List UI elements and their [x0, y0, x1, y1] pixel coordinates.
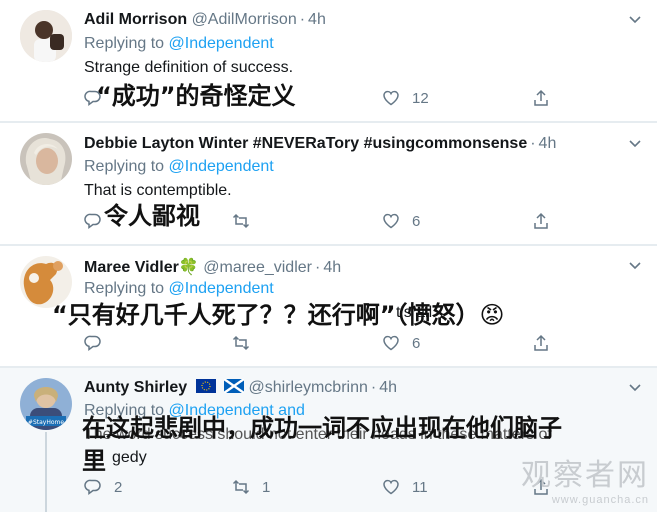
reply-button[interactable]: 2: [84, 478, 122, 496]
caret-down-icon[interactable]: [627, 380, 643, 396]
avatar[interactable]: #StayHome: [20, 378, 72, 430]
tweet-header: Adil Morrison @AdilMorrison · 4h: [84, 11, 627, 29]
retweet-button[interactable]: [232, 334, 262, 352]
retweet-icon: [232, 213, 250, 229]
tweet-card[interactable]: Maree Vidler🍀 @maree_vidler · 4h Replying …: [0, 246, 657, 367]
display-name[interactable]: Aunty Shirley: [84, 379, 187, 396]
reply-icon: [84, 90, 101, 106]
watermark: 观察者网 www.guancha.cn: [521, 450, 649, 506]
timestamp[interactable]: 4h: [308, 11, 326, 28]
reply-count: 2: [114, 478, 123, 496]
display-name[interactable]: Adil Morrison: [84, 11, 187, 28]
user-handle[interactable]: @maree_vidler: [203, 259, 312, 276]
like-button[interactable]: 11: [382, 478, 428, 496]
tweet-text-continued: gedy: [112, 449, 147, 466]
translation-caption-line2: 里: [82, 447, 106, 475]
share-icon: [534, 334, 548, 351]
caret-down-icon[interactable]: [627, 12, 643, 28]
share-button[interactable]: [532, 212, 550, 230]
like-count: 11: [412, 478, 428, 496]
replying-to: Replying to @Independent: [84, 35, 274, 53]
translation-caption: “只有好几千人死了？？还行啊”（愤怒）😡: [52, 301, 505, 329]
like-count: 12: [412, 89, 429, 107]
tweet-card[interactable]: Adil Morrison @AdilMorrison · 4h Replying …: [0, 0, 657, 122]
like-count: 6: [412, 212, 421, 230]
tweet-actions: 6: [84, 212, 554, 234]
thread-line: [45, 432, 47, 512]
retweet-count: 1: [262, 478, 271, 496]
tweet-actions: 6: [84, 334, 554, 356]
avatar-badge: #StayHome: [28, 419, 64, 426]
display-name[interactable]: Debbie Layton Winter #NEVERaTory #usingc…: [84, 135, 527, 152]
reply-icon: [84, 213, 101, 229]
translation-caption: 在这起悲剧中，成功一词不应出现在他们脑子: [82, 414, 562, 442]
eu-flag-icon: [195, 379, 216, 393]
tweet-actions: 2 1 11: [84, 478, 554, 500]
share-button[interactable]: [532, 334, 550, 352]
share-icon: [534, 89, 548, 106]
like-icon: [383, 479, 399, 495]
caret-down-icon[interactable]: [627, 136, 643, 152]
timestamp[interactable]: 4h: [323, 259, 341, 276]
caret-down-icon[interactable]: [627, 258, 643, 274]
retweet-button[interactable]: 1: [232, 478, 270, 496]
avatar[interactable]: [20, 133, 72, 185]
tweet-header: Aunty Shirley @shirleymcbrinn · 4h: [84, 378, 627, 397]
replying-prefix: Replying to: [84, 35, 165, 52]
separator-dot: ·: [530, 135, 536, 152]
separator-dot: ·: [370, 379, 377, 396]
reply-button[interactable]: [84, 89, 114, 107]
retweet-button[interactable]: [232, 212, 262, 230]
retweet-icon: [232, 335, 250, 351]
tweet-header: Maree Vidler🍀 @maree_vidler · 4h: [84, 257, 627, 277]
like-icon: [383, 213, 399, 229]
like-button[interactable]: 6: [382, 334, 420, 352]
like-count: 6: [412, 334, 421, 352]
watermark-logo: 观察者网: [521, 458, 649, 493]
like-icon: [383, 335, 399, 351]
timestamp[interactable]: 4h: [379, 379, 397, 396]
retweet-icon: [232, 479, 250, 495]
separator-dot: ·: [299, 11, 306, 28]
reply-icon: [84, 479, 101, 495]
replying-to: Replying to @Independent: [84, 158, 274, 176]
reply-icon: [84, 335, 101, 351]
like-button[interactable]: 6: [382, 212, 420, 230]
tweet-actions: 12: [84, 89, 554, 111]
separator-dot: ·: [314, 259, 321, 276]
user-handle[interactable]: @AdilMorrison: [192, 11, 297, 28]
replying-prefix: Replying to: [84, 158, 165, 175]
replying-to-link[interactable]: @Independent: [169, 35, 274, 52]
share-icon: [534, 212, 548, 229]
tweet-card[interactable]: Debbie Layton Winter #NEVERaTory #usingc…: [0, 123, 657, 245]
share-button[interactable]: [532, 89, 550, 107]
avatar[interactable]: [20, 10, 72, 62]
tweet-header: Debbie Layton Winter #NEVERaTory #usingc…: [84, 135, 627, 153]
scotland-flag-icon: [223, 378, 245, 394]
tweet-text: Strange definition of success.: [84, 59, 294, 76]
clover-icon: 🍀: [178, 259, 199, 276]
reply-button[interactable]: [84, 334, 114, 352]
display-name[interactable]: Maree Vidler: [84, 259, 179, 276]
replying-to-link[interactable]: @Independent: [169, 158, 274, 175]
timestamp[interactable]: 4h: [539, 135, 557, 152]
like-button[interactable]: 12: [382, 89, 429, 107]
like-icon: [383, 90, 399, 106]
reply-button[interactable]: [84, 212, 114, 230]
user-handle[interactable]: @shirleymcbrinn: [249, 379, 368, 396]
watermark-url: www.guancha.cn: [551, 494, 649, 506]
